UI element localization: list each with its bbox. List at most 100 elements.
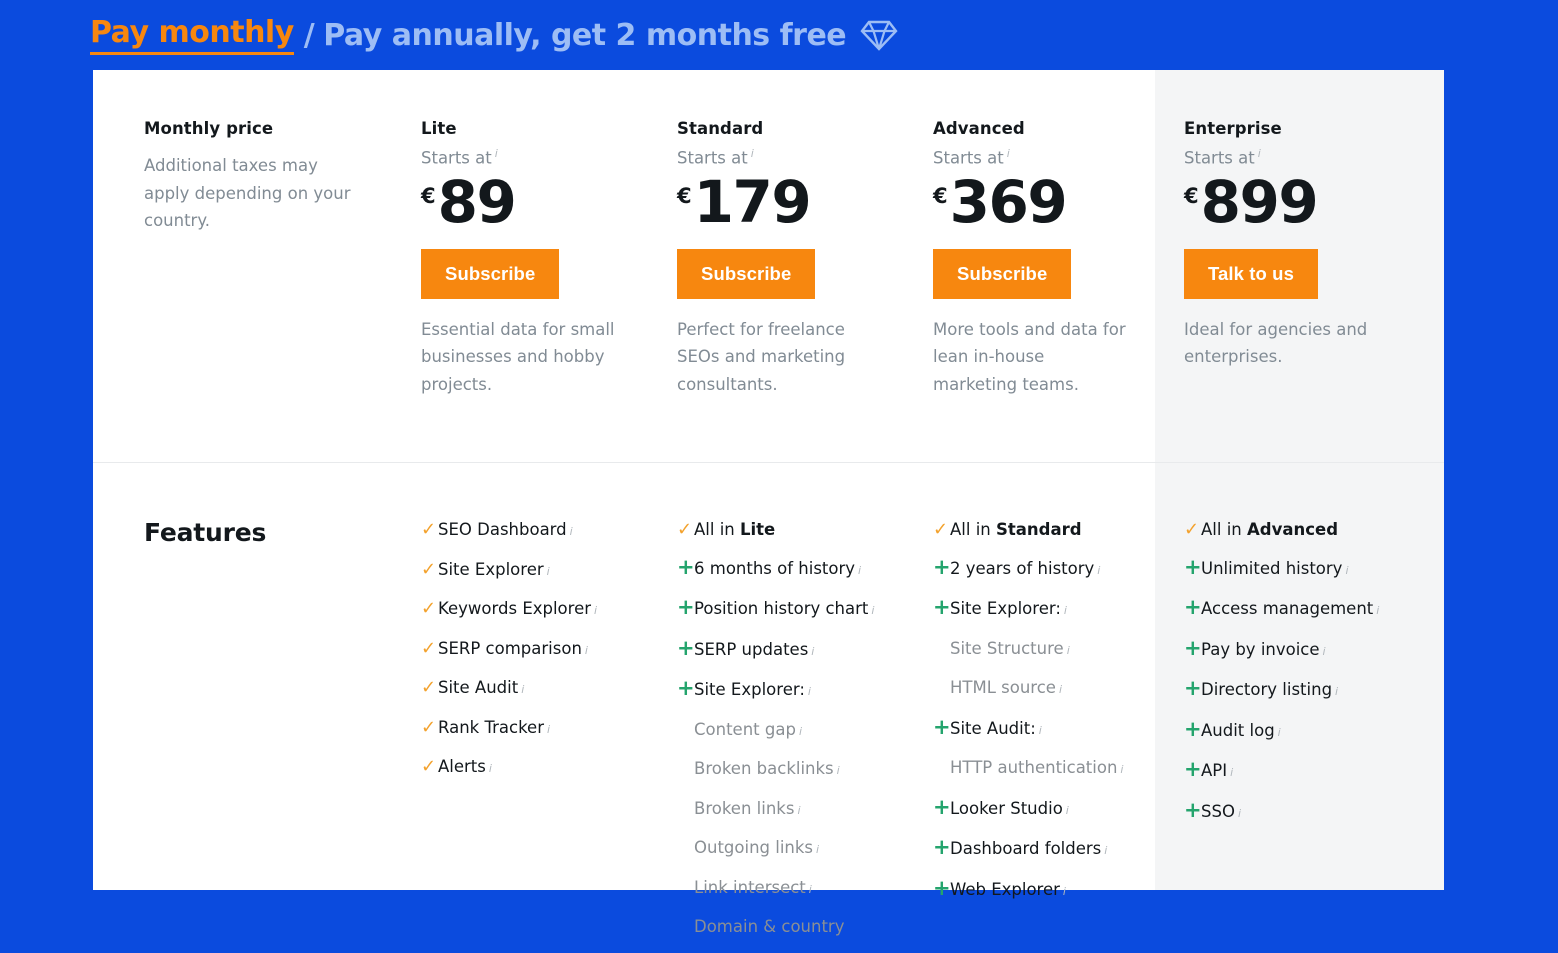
feature-label: Keywords Explorer bbox=[438, 599, 592, 618]
feature-list-enterprise: ✓ All in Advanced + Unlimited history i + Acce… bbox=[1184, 518, 1426, 825]
info-icon[interactable]: i bbox=[1059, 678, 1062, 701]
talk-to-us-button[interactable]: Talk to us bbox=[1184, 248, 1318, 299]
info-icon[interactable]: i bbox=[521, 678, 524, 701]
feature-item: + API i bbox=[1184, 758, 1426, 784]
info-icon[interactable]: i bbox=[1323, 640, 1326, 663]
feature-item: + SSO i bbox=[1184, 797, 1426, 825]
info-icon[interactable]: i bbox=[1007, 147, 1010, 160]
pay-monthly-toggle[interactable]: Pay monthly bbox=[90, 15, 294, 55]
feature-label: Site Explorer: bbox=[694, 680, 805, 699]
info-icon[interactable]: i bbox=[1063, 880, 1066, 903]
plan-column-standard: Standard Starts at i € 179 Subscribe Perf… bbox=[655, 70, 911, 462]
feature-label: Rank Tracker bbox=[438, 717, 544, 737]
plan-name-lite: Lite bbox=[421, 119, 457, 138]
pay-annually-toggle[interactable]: Pay annually, get 2 months free bbox=[323, 18, 846, 53]
info-icon[interactable]: i bbox=[547, 560, 550, 583]
info-icon[interactable]: i bbox=[1258, 147, 1261, 160]
feature-label: Site Audit bbox=[438, 678, 519, 697]
plus-icon: + bbox=[677, 676, 695, 700]
feature-list-standard: ✓ All in Lite +6 months of history i + Positi… bbox=[677, 518, 893, 938]
price-standard: € 179 bbox=[677, 167, 889, 236]
price-advanced: € 369 bbox=[933, 167, 1133, 236]
price-amount: 369 bbox=[949, 167, 1068, 236]
feature-item: +6 months of history i bbox=[677, 555, 893, 582]
info-icon[interactable]: i bbox=[1104, 839, 1107, 862]
info-icon[interactable]: i bbox=[1064, 599, 1067, 622]
plus-icon: + bbox=[933, 714, 951, 739]
feature-label: All in Advanced bbox=[1201, 520, 1338, 539]
feature-item: ✓ Rank Tracker i bbox=[421, 716, 637, 741]
pricing-row: Monthly price Additional taxes may apply… bbox=[93, 70, 1444, 462]
info-icon[interactable]: i bbox=[594, 599, 597, 622]
feature-item: + Site Audit: i bbox=[933, 714, 1137, 742]
feature-item: + Looker Studio i bbox=[933, 794, 1137, 822]
info-icon[interactable]: i bbox=[1335, 680, 1338, 703]
plus-icon: + bbox=[1184, 595, 1202, 619]
feature-item: ✓ Site Explorer i bbox=[421, 558, 637, 583]
features-heading: Features bbox=[144, 518, 267, 547]
info-icon[interactable]: i bbox=[751, 147, 754, 160]
subscribe-button-lite[interactable]: Subscribe bbox=[421, 248, 560, 299]
info-icon[interactable]: i bbox=[808, 680, 811, 703]
feature-item: +2 years of history i bbox=[933, 554, 1137, 582]
check-icon: ✓ bbox=[421, 677, 437, 698]
billing-period-toggle: Pay monthly / Pay annually, get 2 months… bbox=[90, 0, 898, 70]
info-icon[interactable]: i bbox=[495, 147, 498, 160]
plus-icon: + bbox=[933, 794, 951, 819]
feature-label: Site Explorer: bbox=[950, 599, 1061, 618]
info-icon[interactable]: i bbox=[1039, 719, 1042, 742]
info-icon[interactable]: i bbox=[837, 759, 840, 782]
info-icon[interactable]: i bbox=[1376, 599, 1379, 622]
info-icon[interactable]: i bbox=[1120, 758, 1123, 781]
feature-label: Site Structure bbox=[950, 638, 1064, 658]
check-icon: ✓ bbox=[1184, 519, 1200, 540]
info-icon[interactable]: i bbox=[811, 640, 814, 663]
plus-icon: + bbox=[933, 595, 951, 619]
subscribe-button-advanced[interactable]: Subscribe bbox=[933, 248, 1072, 299]
info-icon[interactable]: i bbox=[1230, 761, 1233, 784]
feature-item: ✓ Keywords Explorer i bbox=[421, 597, 637, 622]
feature-label-emphasis: Standard bbox=[996, 520, 1082, 539]
plan-description-advanced: More tools and data for lean in-house ma… bbox=[933, 319, 1126, 394]
info-icon[interactable]: i bbox=[858, 559, 861, 582]
feature-item: Broken backlinks i bbox=[677, 757, 893, 782]
info-icon[interactable]: i bbox=[809, 878, 812, 901]
check-icon: ✓ bbox=[421, 598, 437, 619]
info-icon[interactable]: i bbox=[799, 720, 802, 743]
info-icon[interactable]: i bbox=[1345, 559, 1348, 582]
info-icon[interactable]: i bbox=[547, 718, 550, 741]
feature-item: ✓ SEO Dashboard i bbox=[421, 518, 637, 543]
info-icon[interactable]: i bbox=[816, 838, 819, 861]
price-amount: 179 bbox=[693, 167, 812, 236]
feature-item: ✓ All in Advanced bbox=[1184, 518, 1426, 541]
feature-label: Directory listing bbox=[1201, 680, 1333, 699]
toggle-separator: / bbox=[303, 17, 315, 53]
feature-item: + Unlimited history i bbox=[1184, 555, 1426, 582]
info-icon[interactable]: i bbox=[797, 799, 800, 822]
plan-column-enterprise: Enterprise Starts at i € 899 Talk to us I… bbox=[1155, 70, 1444, 462]
info-icon[interactable]: i bbox=[1238, 802, 1241, 825]
feature-list-advanced: ✓ All in Standard +2 years of history i + Sit… bbox=[933, 518, 1137, 903]
info-icon[interactable]: i bbox=[1097, 559, 1100, 582]
plus-icon: + bbox=[1184, 757, 1202, 781]
info-icon[interactable]: i bbox=[871, 599, 874, 622]
plan-column-advanced: Advanced Starts at i € 369 Subscribe More… bbox=[911, 70, 1155, 462]
price-amount: 89 bbox=[437, 167, 517, 236]
info-icon[interactable]: i bbox=[1067, 639, 1070, 662]
tax-note: Additional taxes may apply depending on … bbox=[144, 156, 351, 230]
info-icon[interactable]: i bbox=[570, 520, 573, 543]
features-lead-column: Features bbox=[93, 462, 399, 953]
subscribe-button-standard[interactable]: Subscribe bbox=[677, 248, 816, 299]
info-icon[interactable]: i bbox=[1278, 721, 1281, 744]
info-icon[interactable]: i bbox=[1066, 799, 1069, 822]
info-icon[interactable]: i bbox=[489, 757, 492, 780]
plus-icon: + bbox=[1184, 797, 1202, 822]
plus-icon: + bbox=[933, 554, 951, 579]
feature-label: Outgoing links bbox=[694, 838, 814, 857]
check-icon: ✓ bbox=[933, 519, 949, 540]
plus-icon: + bbox=[933, 835, 951, 859]
feature-label: SERP updates bbox=[694, 639, 809, 659]
info-icon[interactable]: i bbox=[585, 639, 588, 662]
plan-name-enterprise: Enterprise bbox=[1184, 119, 1282, 138]
feature-label: Link intersect bbox=[694, 877, 806, 897]
